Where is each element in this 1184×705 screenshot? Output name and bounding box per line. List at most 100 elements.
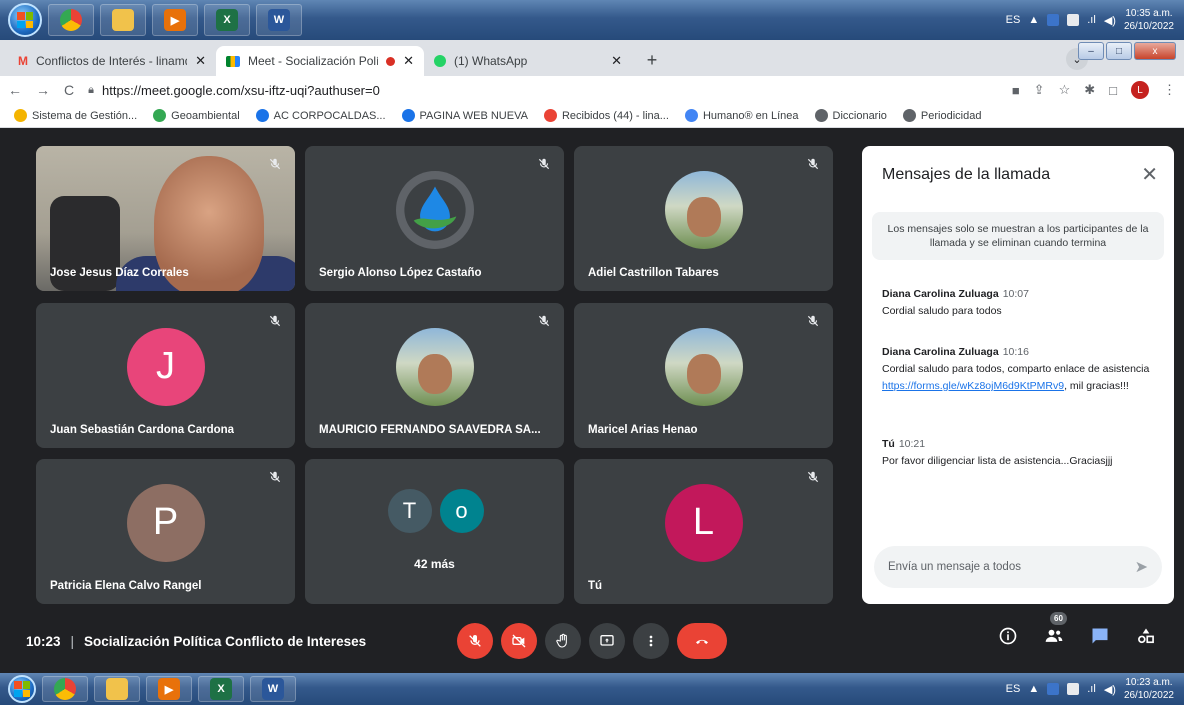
- close-chat-icon[interactable]: ✕: [1141, 162, 1158, 187]
- people-button[interactable]: 60: [1042, 612, 1067, 648]
- side-panel-icon[interactable]: □: [1109, 83, 1117, 98]
- raise-hand-button[interactable]: [545, 623, 581, 659]
- battery-tray-icon[interactable]: [1067, 683, 1080, 695]
- camera-off-icon: [512, 634, 526, 648]
- mic-off-icon: [265, 467, 285, 487]
- chat-title: Mensajes de la llamada: [882, 166, 1051, 183]
- language-indicator[interactable]: ES: [1006, 14, 1021, 26]
- extensions-icon[interactable]: ✱: [1084, 82, 1095, 98]
- tray-arrow-icon[interactable]: ▲: [1028, 14, 1039, 26]
- bookmark-item[interactable]: PAGINA WEB NUEVA: [401, 109, 528, 122]
- bookmark-item[interactable]: Humano® en Línea: [684, 109, 799, 122]
- lock-icon[interactable]: 🔒︎: [88, 84, 94, 97]
- bookmark-favicon-icon: [401, 109, 415, 122]
- send-icon[interactable]: ➤: [1135, 557, 1148, 577]
- bookmark-label: Sistema de Gestión...: [32, 109, 138, 122]
- flag-tray-icon[interactable]: [1047, 14, 1060, 26]
- taskbar-media-player[interactable]: ▶: [152, 4, 198, 36]
- taskbar-excel[interactable]: X: [204, 4, 250, 36]
- camera-toggle-button[interactable]: [501, 623, 537, 659]
- microphone-toggle-button[interactable]: [457, 623, 493, 659]
- participant-tile[interactable]: J Juan Sebastián Cardona Cardona: [36, 303, 295, 448]
- activities-button[interactable]: [1134, 624, 1158, 648]
- language-indicator[interactable]: ES: [1006, 683, 1021, 695]
- new-tab-button[interactable]: +: [638, 46, 666, 74]
- bookmark-item[interactable]: Diccionario: [814, 109, 887, 122]
- signal-icon[interactable]: .ıl: [1087, 14, 1096, 26]
- bookmark-item[interactable]: Sistema de Gestión...: [14, 109, 137, 122]
- tab-whatsapp[interactable]: (1) WhatsApp ✕: [424, 46, 632, 76]
- profile-avatar[interactable]: L: [1131, 81, 1149, 99]
- clock[interactable]: 10:23 a.m. 26/10/2022: [1124, 676, 1174, 702]
- close-tab-icon[interactable]: ✕: [403, 53, 414, 69]
- taskbar-excel[interactable]: X: [198, 676, 244, 702]
- participant-tile[interactable]: Adiel Castrillon Tabares: [574, 146, 833, 291]
- bookmarks-bar: Sistema de Gestión... Geoambiental AC CORP…: [0, 104, 1184, 128]
- reload-icon[interactable]: C: [64, 82, 74, 98]
- leave-call-button[interactable]: [677, 623, 727, 659]
- tab-meet[interactable]: Meet - Socialización Política ✕: [216, 46, 424, 76]
- bookmark-item[interactable]: Periodicidad: [902, 109, 981, 122]
- chat-input[interactable]: Envía un mensaje a todos ➤: [874, 546, 1162, 588]
- media-player-icon: ▶: [158, 678, 180, 700]
- taskbar-chrome[interactable]: [48, 4, 94, 36]
- url-text[interactable]: https://meet.google.com/xsu-iftz-uqi?aut…: [102, 83, 380, 98]
- meeting-details-button[interactable]: [996, 624, 1020, 648]
- taskbar-word[interactable]: W: [250, 676, 296, 702]
- present-screen-button[interactable]: [589, 623, 625, 659]
- message-author: Tú: [882, 438, 895, 450]
- close-tab-icon[interactable]: ✕: [611, 53, 622, 69]
- attendance-link[interactable]: https://forms.gle/wKz8ojM6d9KtPMRv9: [882, 380, 1064, 392]
- signal-icon[interactable]: .ıl: [1087, 683, 1096, 695]
- clock-time: 10:23 a.m.: [1125, 677, 1173, 688]
- bookmark-star-icon[interactable]: ☆: [1059, 82, 1071, 98]
- participant-tile[interactable]: Maricel Arias Henao: [574, 303, 833, 448]
- bookmark-item[interactable]: Recibidos (44) - lina...: [543, 109, 669, 122]
- participant-tile[interactable]: L Tú: [574, 459, 833, 604]
- flag-tray-icon[interactable]: [1047, 683, 1060, 695]
- participant-tile[interactable]: P Patricia Elena Calvo Rangel: [36, 459, 295, 604]
- network-tray-icon[interactable]: [1067, 14, 1080, 26]
- taskbar-chrome[interactable]: [42, 676, 88, 702]
- chat-input-placeholder[interactable]: Envía un mensaje a todos: [888, 561, 1135, 573]
- start-button[interactable]: [8, 3, 42, 37]
- media-player-icon: ▶: [164, 9, 186, 31]
- start-button[interactable]: [8, 675, 36, 703]
- chat-button[interactable]: [1088, 624, 1112, 648]
- camera-permission-icon[interactable]: ■: [1012, 83, 1020, 98]
- menu-kebab-icon[interactable]: ⋮: [1163, 82, 1176, 98]
- participant-avatar: [664, 327, 743, 406]
- chrome-icon: [60, 9, 82, 31]
- taskbar-file-explorer[interactable]: [94, 676, 140, 702]
- back-icon[interactable]: ←: [8, 82, 22, 98]
- tab-title: (1) WhatsApp: [454, 54, 528, 68]
- participant-tile[interactable]: Jose Jesus Díaz Corrales: [36, 146, 295, 291]
- message-author: Diana Carolina Zuluaga: [882, 346, 999, 358]
- share-icon[interactable]: ⇪: [1034, 82, 1045, 98]
- bookmark-item[interactable]: AC CORPOCALDAS...: [255, 109, 386, 122]
- bookmark-favicon-icon: [902, 109, 916, 122]
- participant-tile[interactable]: Sergio Alonso López Castaño: [305, 146, 564, 291]
- tray-arrow-icon[interactable]: ▲: [1028, 683, 1039, 695]
- tab-title: Meet - Socialización Política: [248, 54, 379, 68]
- volume-icon[interactable]: ◀): [1104, 683, 1116, 696]
- maximize-button[interactable]: □: [1106, 42, 1132, 60]
- taskbar-file-explorer[interactable]: [100, 4, 146, 36]
- participant-tile[interactable]: MAURICIO FERNANDO SAAVEDRA SA...: [305, 303, 564, 448]
- minimize-button[interactable]: –: [1078, 42, 1104, 60]
- taskbar-word[interactable]: W: [256, 4, 302, 36]
- close-tab-icon[interactable]: ✕: [195, 53, 206, 69]
- forward-icon[interactable]: →: [36, 82, 50, 98]
- bookmark-favicon-icon: [684, 109, 698, 122]
- more-options-button[interactable]: [633, 623, 669, 659]
- close-window-button[interactable]: x: [1134, 42, 1176, 60]
- address-bar[interactable]: 🔒︎ https://meet.google.com/xsu-iftz-uqi?…: [88, 83, 998, 98]
- bookmark-favicon-icon: [543, 109, 557, 122]
- volume-icon[interactable]: ◀): [1104, 14, 1116, 27]
- clock[interactable]: 10:35 a.m. 26/10/2022: [1124, 7, 1174, 33]
- participant-tile[interactable]: To 42 más: [305, 459, 564, 604]
- tab-gmail[interactable]: M Conflictos de Interés - linamdaza ✕: [8, 46, 216, 76]
- taskbar-media-player[interactable]: ▶: [146, 676, 192, 702]
- bookmark-label: Humano® en Línea: [702, 109, 799, 122]
- bookmark-item[interactable]: Geoambiental: [153, 109, 240, 122]
